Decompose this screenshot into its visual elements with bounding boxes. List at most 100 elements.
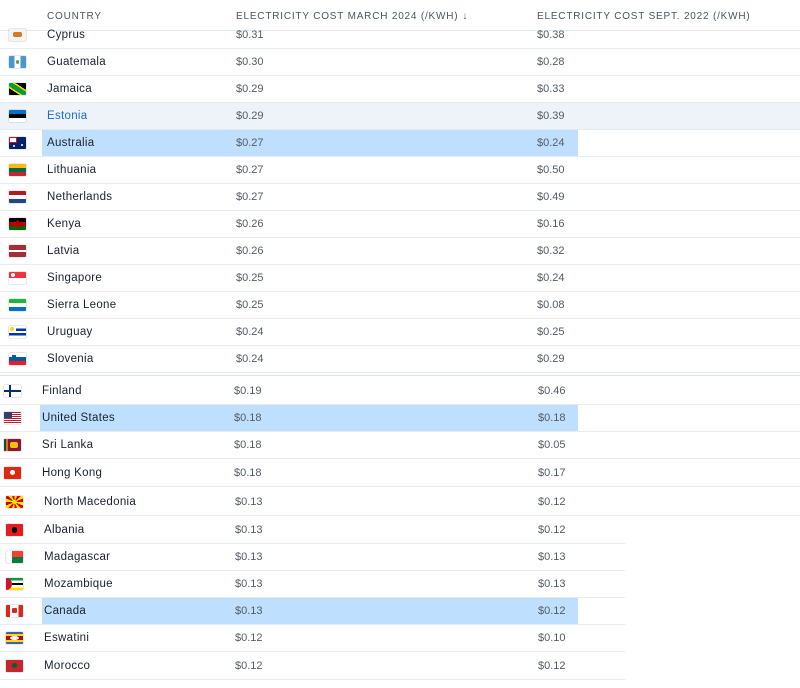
cost-march-2024: $0.29 <box>236 83 264 95</box>
table-row[interactable]: Netherlands $0.27 $0.49 <box>0 184 800 211</box>
flag-mozambique-icon <box>6 577 23 590</box>
country-name[interactable]: North Macedonia <box>44 496 136 508</box>
cost-sept-2022: $0.12 <box>538 495 566 508</box>
table-row[interactable]: Guatemala $0.30 $0.28 <box>0 49 800 76</box>
country-name[interactable]: Albania <box>44 524 84 536</box>
table-row[interactable]: Slovenia $0.24 $0.29 <box>0 346 800 373</box>
cost-sept-2022: $0.12 <box>538 605 566 617</box>
cost-march-2024: $0.24 <box>236 353 264 365</box>
cost-march-2024: $0.25 <box>236 299 264 311</box>
cost-march-2024: $0.26 <box>236 218 264 230</box>
country-name[interactable]: Mozambique <box>44 578 113 590</box>
country-name[interactable]: Sri Lanka <box>42 439 93 451</box>
column-header-march-2024-label: ELECTRICITY COST MARCH 2024 (/KWH) <box>236 11 459 22</box>
table-row[interactable]: Eswatini $0.12 $0.10 <box>0 625 625 652</box>
flag-australia-icon <box>9 137 26 149</box>
country-name[interactable]: United States <box>42 412 115 424</box>
flag-detail <box>6 577 12 590</box>
table-row[interactable]: Sierra Leone $0.25 $0.08 <box>0 292 800 319</box>
flag-detail <box>12 608 17 613</box>
country-name[interactable]: Australia <box>47 137 94 149</box>
flag-detail <box>12 499 17 504</box>
cost-sept-2022: $0.49 <box>537 191 565 203</box>
cost-march-2024: $0.18 <box>234 412 262 424</box>
sort-desc-icon[interactable]: ↓ <box>462 11 468 22</box>
cost-march-2024: $0.18 <box>234 439 262 451</box>
cost-march-2024: $0.31 <box>236 29 264 41</box>
section-divider <box>0 375 800 376</box>
country-name[interactable]: Estonia <box>47 110 87 122</box>
flag-detail <box>10 138 16 142</box>
cost-march-2024: $0.26 <box>236 245 264 257</box>
table-row[interactable]: Morocco $0.12 $0.12 <box>0 652 625 680</box>
cost-sept-2022: $0.08 <box>537 299 565 311</box>
flag-cyprus-icon <box>9 29 26 41</box>
country-name[interactable]: Slovenia <box>47 353 94 365</box>
table-row[interactable]: Sri Lanka $0.18 $0.05 <box>0 432 800 459</box>
table-row[interactable]: Latvia $0.26 $0.32 <box>0 238 800 265</box>
table-row[interactable]: North Macedonia $0.13 $0.12 <box>0 488 800 516</box>
flag-detail <box>10 469 15 475</box>
table-row[interactable]: Cyprus $0.31 $0.38 <box>0 22 800 49</box>
cost-march-2024: $0.13 <box>235 605 263 617</box>
cost-march-2024: $0.25 <box>236 272 264 284</box>
column-header-country[interactable]: COUNTRY <box>47 11 102 22</box>
flag-hong-kong-icon <box>4 466 21 479</box>
country-name[interactable]: Morocco <box>44 660 90 672</box>
country-name[interactable]: Finland <box>42 385 82 397</box>
cost-march-2024: $0.13 <box>235 577 263 590</box>
country-name[interactable]: Kenya <box>47 218 81 230</box>
flag-detail <box>6 439 8 451</box>
country-name[interactable]: Singapore <box>47 272 102 284</box>
country-name[interactable]: Sierra Leone <box>47 299 116 311</box>
flag-north-macedonia-icon <box>6 495 23 508</box>
country-name[interactable]: Hong Kong <box>42 467 102 479</box>
table-row[interactable]: Hong Kong $0.18 $0.17 <box>0 459 800 487</box>
country-name[interactable]: Cyprus <box>47 29 85 41</box>
cost-march-2024: $0.27 <box>236 191 264 203</box>
country-name[interactable]: Canada <box>44 605 86 617</box>
cost-march-2024: $0.13 <box>235 550 263 563</box>
country-name[interactable]: Jamaica <box>47 83 92 95</box>
table-row[interactable]: Jamaica $0.29 $0.33 <box>0 76 800 103</box>
cost-march-2024: $0.27 <box>236 164 264 176</box>
column-header-march-2024[interactable]: ELECTRICITY COST MARCH 2024 (/KWH) ↓ <box>236 11 468 22</box>
flag-detail <box>12 526 17 533</box>
flag-detail <box>13 145 15 147</box>
cost-sept-2022: $0.28 <box>537 56 565 68</box>
table-row[interactable]: Finland $0.19 $0.46 <box>0 378 800 405</box>
cost-sept-2022: $0.13 <box>538 577 566 590</box>
cost-sept-2022: $0.24 <box>537 137 565 149</box>
country-name[interactable]: Eswatini <box>44 632 89 644</box>
table-row[interactable]: Canada $0.13 $0.12 <box>0 598 625 625</box>
table-row[interactable]: Uruguay $0.24 $0.25 <box>0 319 800 346</box>
table-row[interactable]: Lithuania $0.27 $0.50 <box>0 157 800 184</box>
table-row[interactable]: Estonia $0.29 $0.39 <box>0 103 800 130</box>
column-header-sept-2022[interactable]: ELECTRICITY COST SEPT. 2022 (/KWH) <box>537 11 751 22</box>
cost-sept-2022: $0.18 <box>538 412 566 424</box>
cost-sept-2022: $0.25 <box>537 326 565 338</box>
cost-march-2024: $0.27 <box>236 137 264 149</box>
flag-singapore-icon <box>9 272 26 284</box>
table-row[interactable]: Albania $0.13 $0.12 <box>0 516 625 544</box>
table-row[interactable]: Singapore $0.25 $0.24 <box>0 265 800 292</box>
flag-united-states-icon <box>4 412 21 424</box>
cost-march-2024: $0.24 <box>236 326 264 338</box>
table-row[interactable]: United States $0.18 $0.18 <box>0 405 800 432</box>
country-name[interactable]: Madagascar <box>44 551 110 563</box>
cost-march-2024: $0.18 <box>234 466 262 479</box>
country-name[interactable]: Lithuania <box>47 164 96 176</box>
country-name[interactable]: Latvia <box>47 245 80 257</box>
cost-sept-2022: $0.50 <box>537 164 565 176</box>
table-row[interactable]: Madagascar $0.13 $0.13 <box>0 543 625 571</box>
table-row[interactable]: Australia $0.27 $0.24 <box>0 130 800 157</box>
flag-detail <box>11 273 15 277</box>
cost-sept-2022: $0.29 <box>537 353 565 365</box>
table-row[interactable]: Mozambique $0.13 $0.13 <box>0 570 625 598</box>
country-name[interactable]: Uruguay <box>47 326 93 338</box>
flag-detail <box>10 442 18 448</box>
flag-finland-icon <box>4 385 21 397</box>
table-row[interactable]: Kenya $0.26 $0.16 <box>0 211 800 238</box>
country-name[interactable]: Guatemala <box>47 56 106 68</box>
country-name[interactable]: Netherlands <box>47 191 112 203</box>
